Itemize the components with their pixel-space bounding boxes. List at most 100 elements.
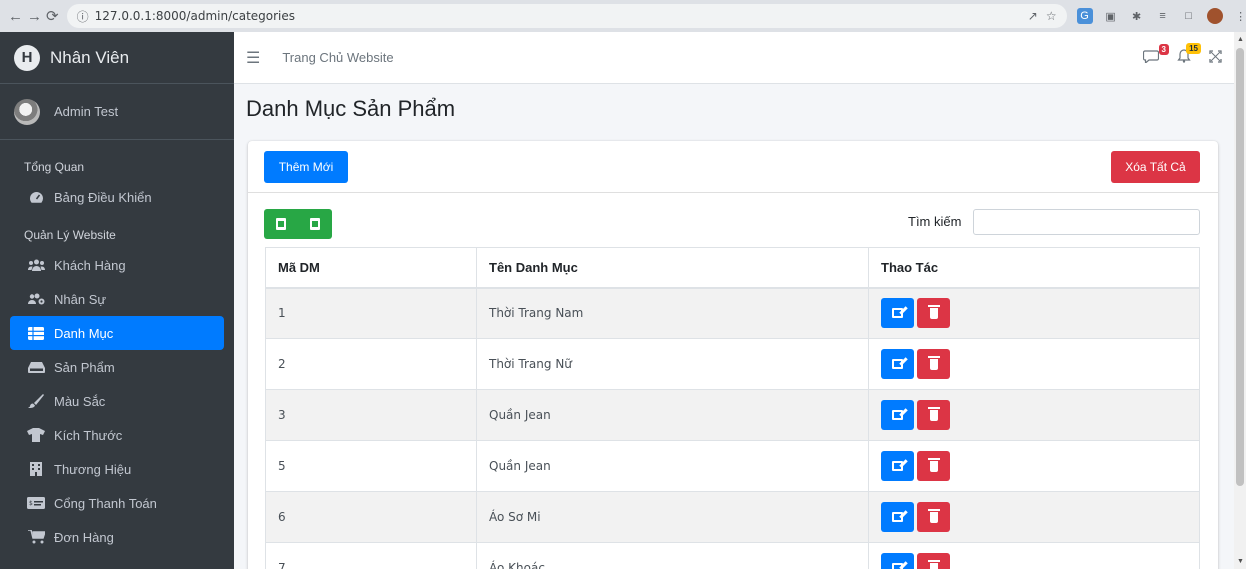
edit-icon [892,359,903,369]
export-excel-button[interactable] [264,209,298,239]
category-id: 1 [265,287,477,339]
card-header: Thêm Mới Xóa Tất Cả [248,141,1218,193]
screenshot-extension-icon[interactable]: ▣ [1103,8,1119,24]
reload-icon[interactable]: ⟳ [46,5,59,27]
table-row: 1 Thời Trang Nam [265,287,1200,339]
delete-button[interactable] [917,553,950,569]
sidebar-item-orders[interactable]: Đơn Hàng [10,520,224,554]
category-name: Quần Jean [476,440,869,492]
edit-button[interactable] [881,451,914,481]
brand-logo-icon: H [14,44,40,71]
edit-button[interactable] [881,400,914,430]
category-name: Thời Trang Nam [476,287,869,339]
table-row: 6 Áo Sơ Mi [265,491,1200,543]
column-header-name[interactable]: Tên Danh Mục [476,247,869,289]
delete-button[interactable] [917,451,950,481]
table-row: 7 Áo Khoác [265,542,1200,569]
row-actions [868,440,1200,492]
messages-icon[interactable]: 3 [1142,43,1169,66]
extensions-puzzle-icon[interactable]: ✱ [1129,8,1145,24]
export-button-group [264,209,332,239]
building-icon [26,462,46,476]
bookmark-star-icon[interactable]: ☆ [1046,9,1057,23]
edit-button[interactable] [881,553,914,569]
row-actions [868,338,1200,390]
sidebar-item-label: Bảng Điều Khiển [54,189,152,205]
sidebar-item-customers[interactable]: Khách Hàng [10,248,224,282]
column-header-actions: Thao Tác [868,247,1200,289]
browser-toolbar: ← → ⟳ ⓘ 127.0.0.1:8000/admin/categories … [0,0,1246,32]
column-header-id[interactable]: Mã DM [265,247,477,289]
row-actions [868,287,1200,339]
trash-icon [927,304,940,319]
back-icon[interactable]: ← [8,5,23,27]
scroll-down-arrow-icon[interactable]: ▼ [1237,558,1244,565]
nav-header-website: Quản Lý Website [24,228,116,242]
sidebar-item-brands[interactable]: Thương Hiệu [10,452,224,486]
reading-list-icon[interactable]: ≡ [1155,8,1171,24]
search-input[interactable] [973,209,1200,235]
scrollbar-thumb[interactable] [1236,48,1244,486]
url-text: 127.0.0.1:8000/admin/categories [94,9,296,23]
top-navbar: ☰ Trang Chủ Website 3 15 [234,32,1234,84]
tachometer-icon [26,191,46,204]
sidebar-item-products[interactable]: Sản Phẩm [10,350,224,384]
trash-icon [927,508,940,523]
edit-icon [892,308,903,319]
sidebar-item-dashboard[interactable]: Bảng Điều Khiển [10,180,224,214]
notifications-bell-icon[interactable]: 15 [1177,43,1201,66]
export-pdf-button[interactable] [298,209,332,239]
side-panel-icon[interactable]: □ [1181,8,1197,24]
share-icon[interactable]: ↗ [1028,9,1038,23]
sidebar: H Nhân Viên Admin Test Tổng Quan Bảng Đi… [0,32,234,569]
add-new-button[interactable]: Thêm Mới [264,151,348,183]
delete-all-button[interactable]: Xóa Tất Cả [1111,151,1200,183]
edit-button[interactable] [881,298,914,329]
delete-button[interactable] [917,349,950,379]
sidebar-item-categories[interactable]: Danh Mục [10,316,224,350]
brand-link[interactable]: H Nhân Viên [0,32,234,84]
category-id: 5 [265,440,477,492]
scroll-up-arrow-icon[interactable]: ▲ [1237,36,1244,43]
category-name: Quần Jean [476,389,869,441]
nav-header-overview: Tổng Quan [24,160,85,174]
sidebar-item-label: Khách Hàng [54,257,126,273]
profile-avatar-icon[interactable] [1206,8,1223,24]
hamburger-menu-icon[interactable]: ☰ [246,48,260,68]
messages-badge: 3 [1158,43,1169,55]
category-id: 6 [265,491,477,543]
delete-button[interactable] [917,298,950,329]
fullscreen-icon[interactable] [1209,49,1222,66]
users-icon [26,259,46,271]
page-scrollbar[interactable]: ▲ ▼ [1234,32,1246,569]
browser-menu-icon[interactable]: ⋮ [1233,8,1246,24]
category-id: 3 [265,389,477,441]
translate-extension-icon[interactable]: G [1076,8,1093,24]
delete-button[interactable] [917,400,950,430]
address-bar[interactable]: ⓘ 127.0.0.1:8000/admin/categories ↗ ☆ [66,4,1067,28]
sidebar-item-payment-gateway[interactable]: $ Cổng Thanh Toán [10,486,224,520]
sidebar-item-staff[interactable]: Nhân Sự [10,282,224,316]
category-id: 2 [265,338,477,390]
trash-icon [927,355,940,370]
website-home-link[interactable]: Trang Chủ Website [282,50,393,65]
sidebar-item-label: Sản Phẩm [54,359,115,375]
sidebar-item-sizes[interactable]: Kích Thước [10,418,224,452]
user-name: Admin Test [54,104,119,119]
info-icon[interactable]: ⓘ [77,8,89,25]
category-id: 7 [265,542,477,569]
row-actions [868,491,1200,543]
edit-button[interactable] [881,349,914,379]
forward-icon[interactable]: → [27,5,42,27]
user-panel[interactable]: Admin Test [0,84,234,140]
page-title: Danh Mục Sản Phẩm [246,96,456,121]
category-name: Áo Khoác [476,542,869,569]
table-row: 3 Quần Jean [265,389,1200,441]
delete-button[interactable] [917,502,950,532]
categories-table: Mã DM Tên Danh Mục Thao Tác 1 Thời Trang… [265,247,1200,569]
edit-button[interactable] [881,502,914,532]
tshirt-icon [26,428,46,442]
sidebar-item-colors[interactable]: Màu Sắc [10,384,224,418]
sidebar-item-label: Màu Sắc [54,393,106,409]
sidebar-item-label: Thương Hiệu [54,461,132,477]
